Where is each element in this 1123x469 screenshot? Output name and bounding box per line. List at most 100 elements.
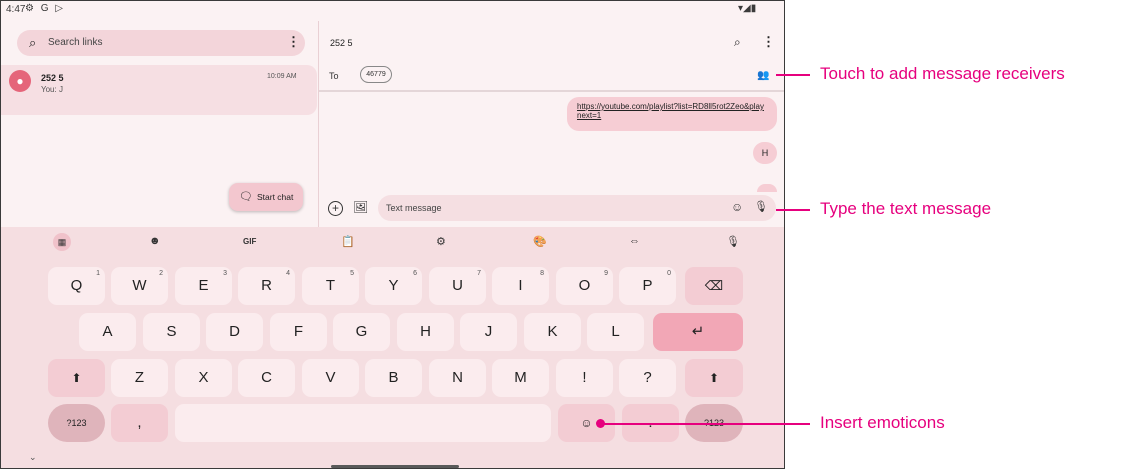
backspace-key[interactable]: ⌫ — [685, 267, 743, 305]
gesture-handle — [331, 465, 459, 468]
message-bubble[interactable]: https://youtube.com/playlist?list=RD8ll5… — [567, 97, 777, 131]
start-chat-button[interactable]: 🗨 Start chat — [229, 183, 303, 211]
shift-key[interactable]: ⬆ — [48, 359, 105, 397]
palette-icon[interactable]: 🎨 — [533, 235, 547, 248]
status-time: 4:47 — [6, 4, 26, 15]
key-hint: 4 — [286, 270, 290, 277]
battery-signal-icon: ▾◢▮ — [738, 3, 757, 14]
mic-icon[interactable]: 🎙 — [726, 235, 740, 248]
key-o[interactable]: O9 — [556, 267, 613, 305]
key-hint: 6 — [413, 270, 417, 277]
start-chat-label: Start chat — [257, 192, 294, 202]
key-label: E — [198, 277, 209, 294]
search-icon[interactable]: ⌕ — [734, 35, 741, 50]
chat-bubble-icon: 🗨 — [239, 191, 253, 203]
conversation-list-item[interactable]: ● 252 5 You: J 10:09 AM — [1, 65, 317, 115]
compose-field[interactable]: Text message ☺ 🎙 — [378, 195, 776, 221]
callout-type-text: Type the text message — [820, 199, 992, 218]
callout-line-emoticons — [600, 423, 810, 425]
search-placeholder: Search links — [48, 37, 103, 48]
search-bar[interactable]: ⌕ Search links ⋮ — [17, 30, 305, 56]
conversation-snippet: You: J — [41, 85, 63, 94]
key-question[interactable]: ? — [619, 359, 676, 397]
key-i[interactable]: I8 — [492, 267, 549, 305]
gear-icon[interactable]: ⚙ — [436, 235, 446, 248]
symbols-key[interactable]: ?123 — [48, 404, 105, 442]
comma-key[interactable]: , — [111, 404, 168, 442]
emoji-icon[interactable]: ☺ — [731, 200, 743, 214]
key-label: O — [578, 277, 591, 294]
conversation-name: 252 5 — [41, 73, 64, 83]
enter-key[interactable]: ↵ — [653, 313, 743, 351]
clipboard-icon[interactable]: 📋 — [341, 235, 355, 248]
key-b[interactable]: B — [365, 359, 422, 397]
more-options-icon[interactable]: ⋮ — [762, 34, 775, 50]
key-l[interactable]: L — [587, 313, 644, 351]
tablet-screen: 4:47 ⚙ G ▷ ▾◢▮ ⌕ Search links ⋮ ● 252 5 … — [0, 0, 785, 469]
apps-grid-icon[interactable]: ▦ — [53, 233, 71, 251]
key-label: Y — [388, 277, 399, 294]
search-icon[interactable]: ⌕ — [29, 35, 36, 51]
keyboard: ▦ ☻ GIF 📋 ⚙ 🎨 ⇔ 🎙 Q1 W2 E3 R4 T5 Y6 U7 I… — [1, 227, 784, 468]
key-label: Q — [70, 277, 83, 294]
message-bubble[interactable]: H — [753, 142, 777, 164]
key-c[interactable]: C — [238, 359, 295, 397]
sticker-icon[interactable]: ☻ — [149, 235, 161, 247]
key-label: P — [642, 277, 653, 294]
key-a[interactable]: A — [79, 313, 136, 351]
gallery-icon[interactable]: 🖼 — [353, 200, 368, 214]
callout-line-receivers — [776, 74, 810, 76]
status-bar: 4:47 ⚙ G ▷ ▾◢▮ — [1, 1, 784, 21]
more-options-icon[interactable]: ⋮ — [287, 34, 300, 50]
key-z[interactable]: Z — [111, 359, 168, 397]
key-k[interactable]: K — [524, 313, 581, 351]
key-label: R — [261, 277, 272, 294]
add-attachment-icon[interactable]: + — [328, 201, 343, 216]
key-u[interactable]: U7 — [429, 267, 486, 305]
space-key[interactable] — [175, 404, 551, 442]
key-t[interactable]: T5 — [302, 267, 359, 305]
key-hint: 3 — [223, 270, 227, 277]
conversation-time: 10:09 AM — [267, 73, 297, 80]
to-label: To — [329, 71, 339, 81]
key-m[interactable]: M — [492, 359, 549, 397]
message-link[interactable]: https://youtube.com/playlist?list=RD8ll5… — [577, 102, 767, 120]
add-person-icon[interactable]: 👥 — [757, 70, 769, 81]
key-e[interactable]: E3 — [175, 267, 232, 305]
key-exclamation[interactable]: ! — [556, 359, 613, 397]
callout-line-text — [776, 209, 810, 211]
key-hint: 0 — [667, 270, 671, 277]
key-label: T — [325, 277, 336, 294]
text-cursor-icon[interactable]: ⇔ — [629, 235, 640, 247]
chevron-down-icon[interactable]: ⌄ — [29, 452, 37, 463]
recipient-chip[interactable]: 46779 — [360, 66, 392, 83]
compose-placeholder: Text message — [386, 203, 442, 213]
key-j[interactable]: J — [460, 313, 517, 351]
key-f[interactable]: F — [270, 313, 327, 351]
key-label: U — [452, 277, 463, 294]
key-v[interactable]: V — [302, 359, 359, 397]
key-q[interactable]: Q1 — [48, 267, 105, 305]
message-bubble-partial — [757, 184, 777, 192]
key-x[interactable]: X — [175, 359, 232, 397]
key-g[interactable]: G — [333, 313, 390, 351]
gif-button[interactable]: GIF — [243, 237, 256, 246]
key-r[interactable]: R4 — [238, 267, 295, 305]
key-h[interactable]: H — [397, 313, 454, 351]
key-label: I — [518, 277, 523, 294]
notification-icons: ⚙ G ▷ — [25, 3, 65, 14]
thread-title: 252 5 — [330, 38, 353, 48]
key-hint: 9 — [604, 270, 608, 277]
callout-insert-emoticons: Insert emoticons — [820, 413, 945, 432]
mic-icon[interactable]: 🎙 — [754, 200, 768, 213]
pane-divider — [318, 21, 319, 227]
key-w[interactable]: W2 — [111, 267, 168, 305]
shift-key-right[interactable]: ⬆ — [685, 359, 743, 397]
key-n[interactable]: N — [429, 359, 486, 397]
key-label: W — [132, 277, 147, 294]
key-d[interactable]: D — [206, 313, 263, 351]
key-p[interactable]: P0 — [619, 267, 676, 305]
key-y[interactable]: Y6 — [365, 267, 422, 305]
header-divider — [319, 90, 784, 92]
key-s[interactable]: S — [143, 313, 200, 351]
